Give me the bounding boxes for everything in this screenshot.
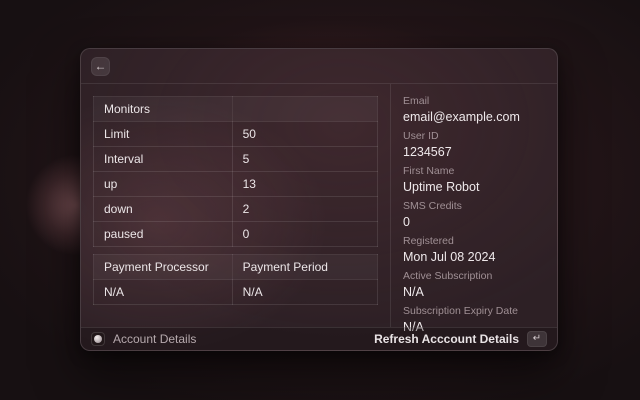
meta-value: 0 — [403, 215, 545, 230]
view-title: Account Details — [113, 332, 196, 346]
meta-item-registered: Registered Mon Jul 08 2024 — [403, 235, 545, 265]
meta-value: N/A — [403, 285, 545, 300]
row-value: 13 — [232, 172, 377, 197]
row-value: 50 — [232, 122, 377, 147]
meta-value: 1234567 — [403, 145, 545, 160]
row-value: 2 — [232, 197, 377, 222]
table-row: up 13 — [94, 172, 378, 197]
meta-label: First Name — [403, 165, 545, 177]
window-body: Monitors Limit 50 Interval 5 up — [81, 84, 557, 327]
payment-period-header-cell: Payment Period — [232, 255, 377, 280]
account-details-window: ← Monitors Limit 50 Interval — [80, 48, 558, 351]
meta-value: Mon Jul 08 2024 — [403, 250, 545, 265]
payment-processor-header-cell: Payment Processor — [94, 255, 233, 280]
action-bar: Account Details Refresh Acccount Details… — [81, 327, 557, 350]
table-row: N/A N/A — [94, 280, 378, 305]
meta-label: SMS Credits — [403, 200, 545, 212]
row-key: Limit — [94, 122, 233, 147]
row-key: paused — [94, 222, 233, 247]
monitors-header-cell: Monitors — [94, 97, 233, 122]
meta-item-user-id: User ID 1234567 — [403, 130, 545, 160]
meta-value: Uptime Robot — [403, 180, 545, 195]
meta-item-first-name: First Name Uptime Robot — [403, 165, 545, 195]
row-value: 5 — [232, 147, 377, 172]
meta-label: User ID — [403, 130, 545, 142]
metadata-panel: Email email@example.com User ID 1234567 … — [390, 84, 557, 327]
uptime-robot-disc-icon — [94, 335, 102, 343]
back-arrow-icon: ← — [95, 60, 107, 72]
table-header-row: Monitors — [94, 97, 378, 122]
main-content: Monitors Limit 50 Interval 5 up — [81, 84, 390, 327]
back-button[interactable]: ← — [91, 57, 110, 76]
table-header-row: Payment Processor Payment Period — [94, 255, 378, 280]
table-row: Limit 50 — [94, 122, 378, 147]
enter-key-icon: ↵ — [533, 334, 541, 344]
row-value: N/A — [94, 280, 233, 305]
meta-label: Subscription Expiry Date — [403, 305, 545, 317]
table-row: Interval 5 — [94, 147, 378, 172]
table-row: paused 0 — [94, 222, 378, 247]
row-key: down — [94, 197, 233, 222]
meta-label: Active Subscription — [403, 270, 545, 282]
enter-key-button[interactable]: ↵ — [527, 331, 547, 347]
row-key: up — [94, 172, 233, 197]
meta-label: Registered — [403, 235, 545, 247]
meta-label: Email — [403, 95, 545, 107]
refresh-account-details-button[interactable]: Refresh Acccount Details — [374, 332, 519, 346]
row-value: 0 — [232, 222, 377, 247]
monitors-table: Monitors Limit 50 Interval 5 up — [93, 96, 378, 247]
row-key: Interval — [94, 147, 233, 172]
extension-icon — [91, 332, 105, 346]
payment-table: Payment Processor Payment Period N/A N/A — [93, 254, 378, 305]
meta-value: email@example.com — [403, 110, 545, 125]
meta-item-sms-credits: SMS Credits 0 — [403, 200, 545, 230]
table-row: down 2 — [94, 197, 378, 222]
meta-item-active-subscription: Active Subscription N/A — [403, 270, 545, 300]
meta-item-email: Email email@example.com — [403, 95, 545, 125]
window-header: ← — [81, 49, 557, 84]
row-value: N/A — [232, 280, 377, 305]
monitors-header-empty-cell — [232, 97, 377, 122]
